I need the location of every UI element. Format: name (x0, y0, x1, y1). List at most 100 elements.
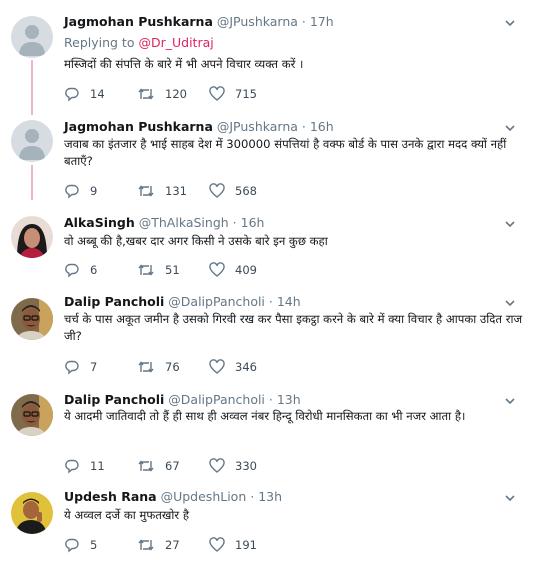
timestamp[interactable]: 13h (277, 392, 301, 407)
author-handle[interactable]: @UpdeshLion (161, 489, 247, 504)
timestamp[interactable]: 16h (241, 215, 265, 230)
retweet-button[interactable]: 131 (137, 183, 187, 199)
retweet-count: 76 (165, 360, 180, 374)
tweet-header: Updesh Rana @UpdeshLion · 13h (64, 489, 283, 504)
heart-icon (209, 537, 225, 552)
chevron-down-icon[interactable] (504, 492, 516, 504)
like-button[interactable]: 346 (209, 359, 257, 375)
replying-to-link[interactable]: @Dr_Uditraj (138, 35, 213, 50)
chevron-down-icon[interactable] (504, 218, 516, 230)
retweet-button[interactable]: 76 (137, 359, 180, 375)
tweet-header: Jagmohan Pushkarna @JPushkarna · 16h (64, 119, 334, 134)
man-glasses-photo[interactable] (11, 298, 53, 340)
tweet[interactable]: Jagmohan Pushkarna @JPushkarna · 16h जवा… (0, 112, 543, 206)
heart-icon (209, 183, 225, 198)
retweet-button[interactable]: 51 (137, 262, 180, 278)
retweet-button[interactable]: 120 (137, 86, 187, 102)
reply-button[interactable]: 14 (64, 86, 105, 102)
reply-count: 6 (90, 263, 98, 277)
tweet-header: AlkaSingh @ThAlkaSingh · 16h (64, 215, 265, 230)
heart-icon (209, 458, 225, 473)
reply-button[interactable]: 9 (64, 183, 97, 199)
reply-count: 11 (90, 459, 105, 473)
tweet[interactable]: Dalip Pancholi @DalipPancholi · 14h चर्च… (0, 288, 543, 384)
retweet-icon (138, 88, 154, 100)
default-avatar[interactable] (11, 16, 53, 58)
retweet-count: 51 (165, 263, 180, 277)
like-count: 191 (235, 538, 257, 552)
like-count: 346 (235, 360, 257, 374)
author-handle[interactable]: @JPushkarna (217, 119, 298, 134)
author-name[interactable]: Updesh Rana (64, 489, 157, 504)
author-handle[interactable]: @JPushkarna (217, 14, 298, 29)
reply-button[interactable]: 7 (64, 359, 97, 375)
reply-icon (65, 184, 79, 199)
man-glasses-photo[interactable] (11, 394, 53, 436)
like-button[interactable]: 568 (209, 183, 257, 199)
tweet[interactable]: Jagmohan Pushkarna @JPushkarna · 17h Rep… (0, 0, 543, 112)
retweet-count: 131 (165, 184, 187, 198)
retweet-icon (138, 361, 154, 373)
tweet[interactable]: Dalip Pancholi @DalipPancholi · 13h ये आ… (0, 384, 543, 480)
like-count: 409 (235, 263, 257, 277)
reply-count: 9 (90, 184, 98, 198)
reply-button[interactable]: 11 (64, 458, 105, 474)
like-button[interactable]: 715 (209, 86, 257, 102)
heart-icon (209, 86, 225, 101)
timestamp[interactable]: 16h (310, 119, 334, 134)
reply-button[interactable]: 6 (64, 262, 97, 278)
reply-icon (65, 459, 79, 474)
man-yellow-photo[interactable] (11, 492, 53, 534)
tweet-text: चर्च के पास अकूत जमीन है उसको गिरवी रख क… (64, 312, 523, 343)
retweet-button[interactable]: 27 (137, 537, 180, 553)
default-avatar[interactable] (11, 120, 53, 162)
timestamp[interactable]: 17h (310, 14, 334, 29)
tweet[interactable]: AlkaSingh @ThAlkaSingh · 16h वो अब्बू की… (0, 206, 543, 288)
retweet-icon (138, 460, 154, 472)
like-count: 330 (235, 459, 257, 473)
like-button[interactable]: 409 (209, 262, 257, 278)
like-button[interactable]: 191 (209, 537, 257, 553)
reply-icon (65, 360, 79, 375)
heart-icon (209, 359, 225, 374)
tweet-text: ये आदमी जातिवादी तो हैं ही साथ ही अव्वल … (64, 409, 466, 423)
timestamp[interactable]: 14h (277, 294, 301, 309)
author-handle[interactable]: @DalipPancholi (168, 392, 265, 407)
chevron-down-icon[interactable] (504, 297, 516, 309)
author-name[interactable]: Dalip Pancholi (64, 294, 164, 309)
like-count: 715 (235, 87, 257, 101)
retweet-icon (138, 539, 154, 551)
retweet-count: 67 (165, 459, 180, 473)
reply-count: 14 (90, 87, 105, 101)
replying-to: Replying to @Dr_Uditraj (64, 35, 214, 51)
chevron-down-icon[interactable] (504, 395, 516, 407)
heart-icon (209, 262, 225, 277)
retweet-button[interactable]: 67 (137, 458, 180, 474)
author-name[interactable]: Jagmohan Pushkarna (64, 14, 213, 29)
chevron-down-icon[interactable] (504, 17, 516, 29)
like-button[interactable]: 330 (209, 458, 257, 474)
tweet-header: Dalip Pancholi @DalipPancholi · 14h (64, 294, 301, 309)
reply-icon (65, 538, 79, 553)
replying-to-label: Replying to (64, 35, 135, 50)
author-name[interactable]: Dalip Pancholi (64, 392, 164, 407)
chevron-down-icon[interactable] (504, 122, 516, 134)
reply-button[interactable]: 5 (64, 537, 97, 553)
retweet-count: 27 (165, 538, 180, 552)
reply-icon (65, 263, 79, 278)
retweet-icon (138, 264, 154, 276)
tweet-text: ये अव्वल दर्जे का मुफतखोर है (64, 508, 189, 522)
tweet-header: Dalip Pancholi @DalipPancholi · 13h (64, 392, 301, 407)
author-name[interactable]: Jagmohan Pushkarna (64, 119, 213, 134)
author-name[interactable]: AlkaSingh (64, 215, 135, 230)
woman-photo[interactable] (11, 216, 53, 258)
tweet-header: Jagmohan Pushkarna @JPushkarna · 17h (64, 14, 334, 29)
tweet[interactable]: Updesh Rana @UpdeshLion · 13h ये अव्वल द… (0, 480, 543, 566)
reply-count: 7 (90, 360, 98, 374)
timestamp[interactable]: 13h (258, 489, 282, 504)
author-handle[interactable]: @ThAlkaSingh (139, 215, 229, 230)
like-count: 568 (235, 184, 257, 198)
retweet-icon (138, 185, 154, 197)
author-handle[interactable]: @DalipPancholi (168, 294, 265, 309)
tweet-text: वो अब्बू की है,खबर दार अगर किसी ने उसके … (64, 234, 328, 248)
